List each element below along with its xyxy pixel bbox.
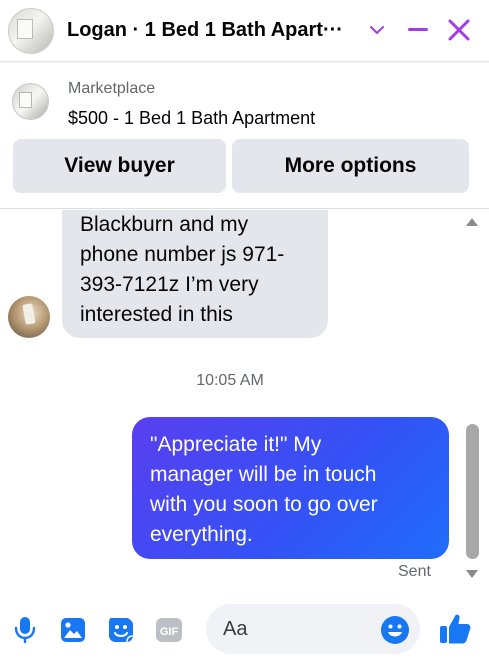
- message-line: with you soon to go over: [150, 493, 378, 516]
- sender-avatar[interactable]: [8, 296, 50, 338]
- message-line: 393-7121z I’m very: [80, 273, 259, 296]
- view-buyer-button[interactable]: View buyer: [13, 139, 226, 193]
- listing-source: Marketplace: [68, 80, 156, 97]
- message-input[interactable]: Aa: [206, 604, 420, 654]
- message-composer: GIF Aa: [0, 596, 489, 667]
- gif-label: GIF: [160, 626, 179, 638]
- message-line: everything.: [150, 523, 253, 546]
- outgoing-message: "Appreciate it!" My manager will be in t…: [132, 417, 449, 559]
- message-line: phone number js 971-: [80, 243, 285, 266]
- message-line: "Appreciate it!" My: [150, 433, 322, 456]
- scrollbar-thumb[interactable]: [466, 424, 479, 559]
- chevron-down-icon[interactable]: [363, 16, 391, 44]
- listing-thumbnail[interactable]: [12, 83, 49, 120]
- listing-title[interactable]: $500 - 1 Bed 1 Bath Apartment: [68, 108, 315, 129]
- message-line: Blackburn and my: [80, 213, 249, 236]
- marketplace-listing: Marketplace $500 - 1 Bed 1 Bath Apartmen…: [0, 63, 489, 209]
- chat-title[interactable]: Logan · 1 Bed 1 Bath Apart···: [67, 19, 357, 42]
- message-input-placeholder: Aa: [223, 618, 248, 640]
- thumbs-up-icon[interactable]: [438, 612, 472, 646]
- more-options-button[interactable]: More options: [232, 139, 469, 193]
- message-thread[interactable]: Blackburn and my phone number js 971- 39…: [0, 210, 489, 588]
- message-line: interested in this: [80, 303, 233, 326]
- incoming-message: Blackburn and my phone number js 971- 39…: [62, 210, 328, 338]
- sticker-icon[interactable]: [107, 616, 135, 644]
- scroll-down-arrow-icon[interactable]: [464, 567, 480, 579]
- close-icon[interactable]: [445, 16, 473, 44]
- gif-icon[interactable]: GIF: [155, 616, 183, 644]
- emoji-icon[interactable]: [380, 615, 410, 645]
- scroll-up-arrow-icon[interactable]: [464, 215, 480, 227]
- microphone-icon[interactable]: [11, 616, 39, 644]
- minimize-icon[interactable]: [404, 16, 432, 44]
- sent-status: Sent: [398, 563, 431, 580]
- contact-avatar[interactable]: [8, 7, 54, 54]
- chat-header: Logan · 1 Bed 1 Bath Apart···: [0, 0, 489, 62]
- photo-icon[interactable]: [59, 616, 87, 644]
- message-timestamp: 10:05 AM: [196, 372, 264, 389]
- message-line: manager will be in touch: [150, 463, 377, 486]
